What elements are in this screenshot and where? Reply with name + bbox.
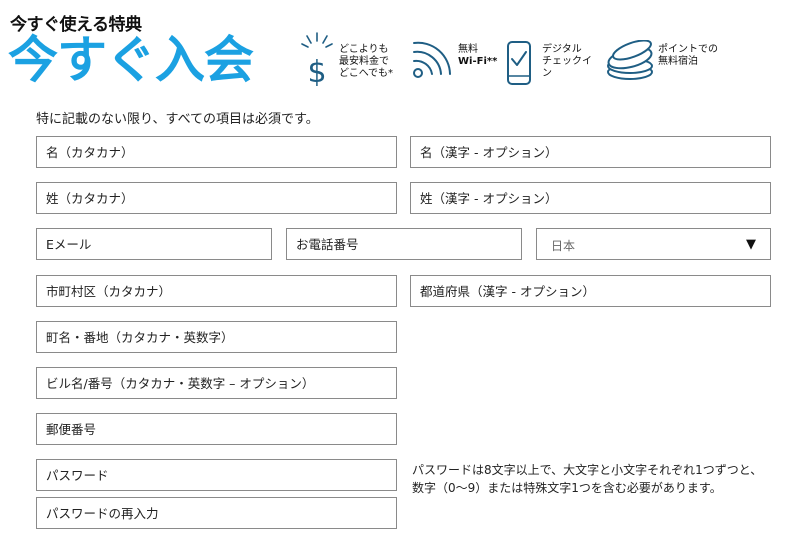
wifi-icon	[410, 38, 454, 86]
password-field	[36, 459, 397, 491]
last-name-kana-field	[36, 182, 397, 214]
benefit-lowest-rate-line-2: 最安料金で	[339, 56, 389, 67]
phone-field	[286, 228, 522, 260]
benefit-lowest-rate-line-1: どこよりも	[339, 44, 389, 55]
building-kana-input[interactable]	[37, 368, 396, 398]
street-kana-input[interactable]	[37, 322, 396, 352]
benefit-free-nights: ポイントでの 無料宿泊	[604, 39, 734, 86]
benefit-digital-checkin: デジタル チェックイ ン	[506, 40, 606, 90]
benefit-free-wifi-line-2: Wi-Fi**	[458, 56, 498, 67]
postal-code-input[interactable]	[37, 414, 396, 444]
password-confirm-field	[36, 497, 397, 529]
benefit-free-nights-line-1: ポイントでの	[658, 44, 718, 55]
mobile-checkin-icon	[506, 40, 532, 90]
benefit-digital-checkin-line-2: チェックイ	[542, 56, 592, 67]
coins-icon	[604, 39, 656, 86]
first-name-kanji-field	[410, 136, 771, 168]
postal-code-field	[36, 413, 397, 445]
password-confirm-input[interactable]	[37, 498, 396, 528]
email-input[interactable]	[37, 229, 271, 259]
benefit-free-wifi-line-1: 無料	[458, 44, 478, 55]
last-name-kanji-field	[410, 182, 771, 214]
building-kana-field	[36, 367, 397, 399]
email-field	[36, 228, 272, 260]
phone-input[interactable]	[287, 229, 521, 259]
city-kana-field	[36, 275, 397, 307]
country-select[interactable]: 日本 ▼	[536, 228, 771, 260]
benefit-digital-checkin-line-3: ン	[542, 68, 552, 79]
first-name-kana-field	[36, 136, 397, 168]
password-input[interactable]	[37, 460, 396, 490]
password-requirements-hint: パスワードは8文字以上で、大文字と小文字それぞれ1つずつと、数字（0～9）または…	[412, 463, 763, 495]
page-title: 今すぐ入会	[8, 31, 254, 89]
benefit-lowest-rate-line-3: どこへでも*	[339, 68, 393, 79]
benefit-digital-checkin-line-1: デジタル	[542, 44, 582, 55]
street-kana-field	[36, 321, 397, 353]
benefit-free-nights-line-2: 無料宿泊	[658, 56, 698, 67]
city-kana-input[interactable]	[37, 276, 396, 306]
dollar-sparkle-icon: $	[300, 32, 336, 90]
required-fields-note: 特に記載のない限り、すべての項目は必須です。	[36, 112, 319, 127]
benefit-free-wifi: 無料 Wi-Fi**	[410, 38, 500, 86]
prefecture-kanji-field	[410, 275, 771, 307]
dropdown-arrow-icon: ▼	[746, 237, 756, 252]
last-name-kana-input[interactable]	[37, 183, 396, 213]
first-name-kana-input[interactable]	[37, 137, 396, 167]
country-select-value: 日本	[551, 239, 576, 253]
first-name-kanji-input[interactable]	[411, 137, 770, 167]
benefit-lowest-rate: $ どこよりも 最安料金で どこへでも*	[300, 32, 410, 90]
svg-text:$: $	[307, 55, 326, 86]
prefecture-kanji-input[interactable]	[411, 276, 770, 306]
last-name-kanji-input[interactable]	[411, 183, 770, 213]
